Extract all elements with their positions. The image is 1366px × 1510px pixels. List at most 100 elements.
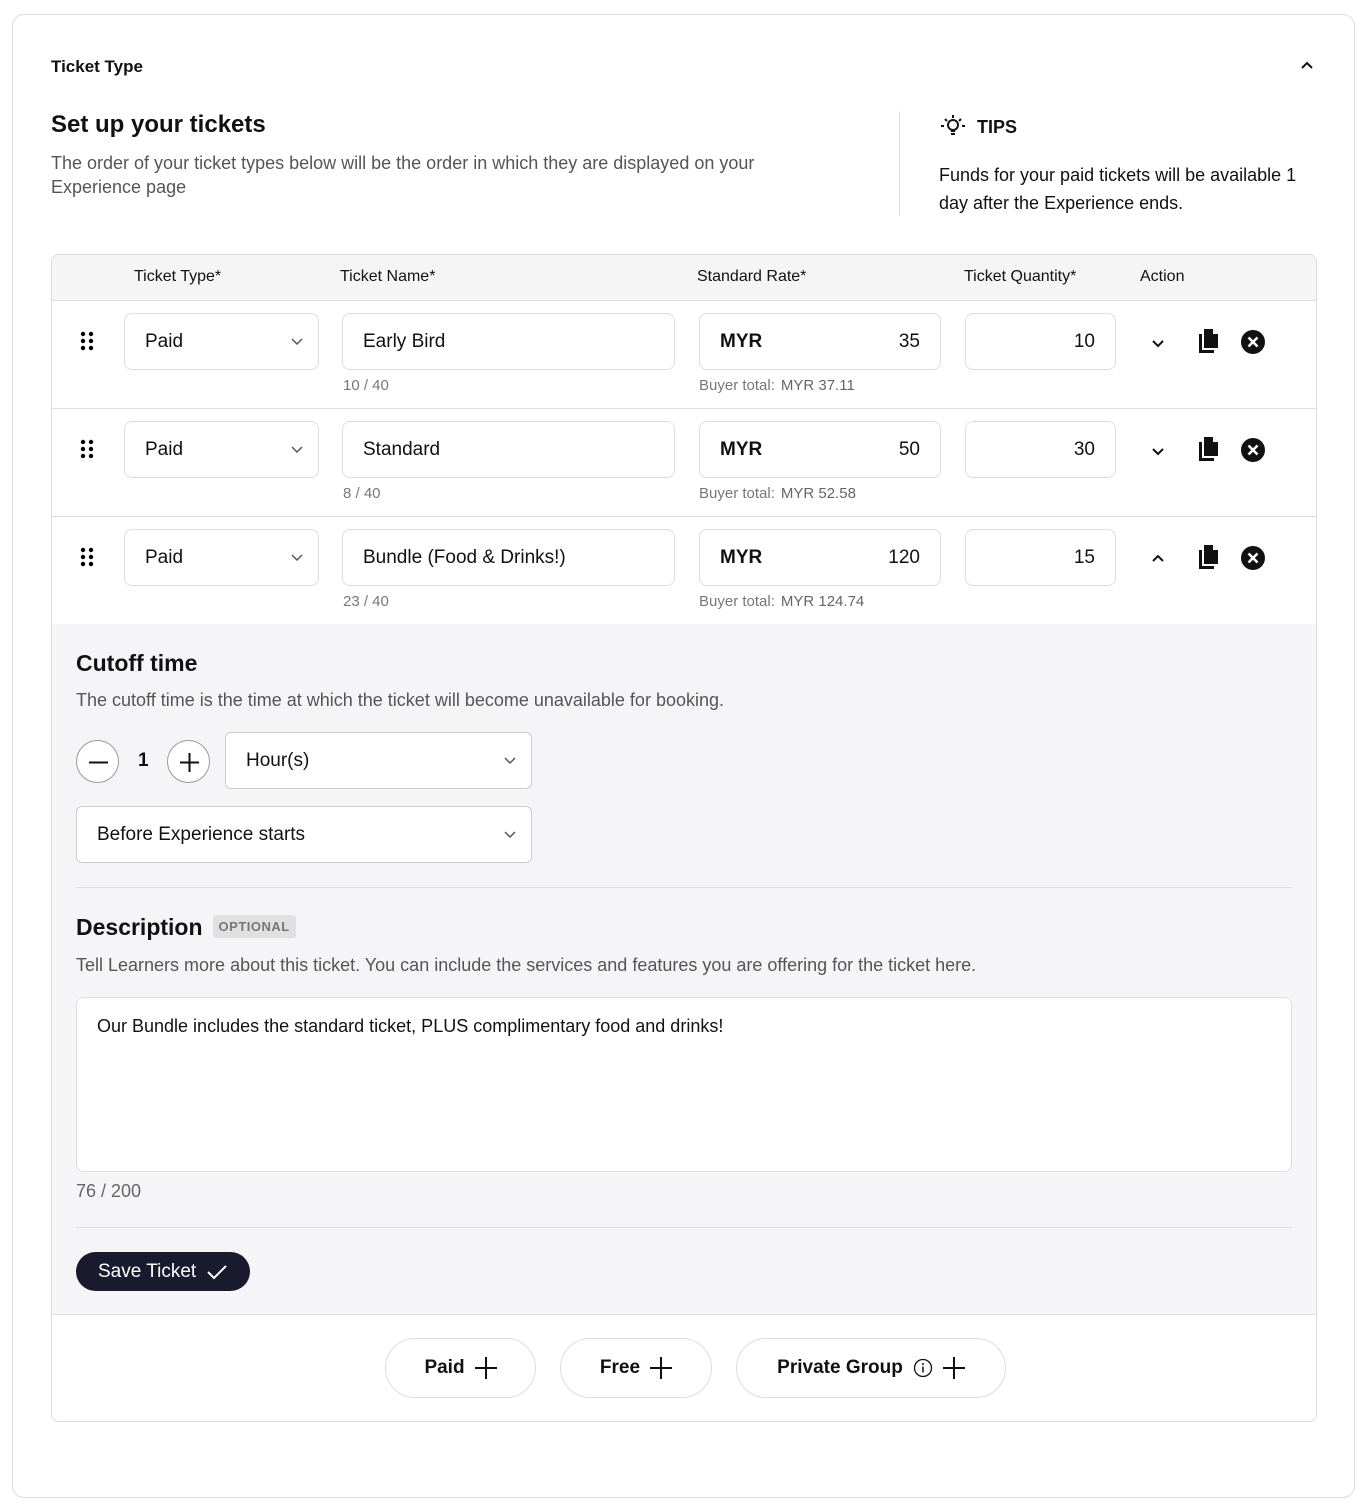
ticket-quantity-input[interactable]: 10 bbox=[965, 313, 1116, 370]
remove-icon[interactable] bbox=[1241, 546, 1265, 570]
chevron-down-icon bbox=[291, 338, 303, 346]
decrement-button[interactable] bbox=[76, 740, 119, 783]
description-help: Tell Learners more about this ticket. Yo… bbox=[76, 955, 977, 975]
table-header: Ticket Type* Ticket Name* Standard Rate*… bbox=[52, 255, 1316, 301]
standard-rate-input[interactable]: MYR 35 bbox=[699, 313, 941, 370]
add-ticket-footer: Paid Free Private Group bbox=[52, 1315, 1316, 1421]
divider bbox=[76, 887, 1292, 888]
buyer-total-value: MYR 37.11 bbox=[780, 377, 855, 394]
cutoff-relative-select[interactable]: Before Experience starts bbox=[76, 806, 532, 863]
optional-badge: OPTIONAL bbox=[212, 915, 296, 938]
ticket-type-value: Paid bbox=[145, 330, 184, 352]
standard-rate-input[interactable]: MYR 50 bbox=[699, 421, 941, 478]
plus-icon bbox=[474, 1357, 497, 1379]
buyer-total: Buyer total: MYR 124.74 bbox=[699, 593, 864, 610]
buyer-total: Buyer total: MYR 37.11 bbox=[699, 377, 855, 394]
chevron-down-icon bbox=[504, 831, 516, 839]
add-private-group-button[interactable]: Private Group bbox=[736, 1338, 1006, 1398]
add-free-label: Free bbox=[599, 1357, 641, 1378]
cutoff-unit-select[interactable]: Hour(s) bbox=[225, 732, 532, 789]
drag-handle-icon[interactable] bbox=[80, 331, 94, 351]
tips-label: TIPS bbox=[977, 116, 1018, 137]
buyer-total-label: Buyer total: bbox=[699, 593, 775, 610]
plus-icon bbox=[942, 1357, 965, 1379]
save-ticket-button[interactable]: Save Ticket bbox=[76, 1252, 251, 1291]
chevron-down-icon[interactable] bbox=[1150, 443, 1166, 459]
rate-value: 35 bbox=[898, 330, 920, 352]
currency-label: MYR bbox=[720, 546, 763, 568]
chevron-down-icon bbox=[504, 757, 516, 765]
ticket-table: Ticket Type* Ticket Name* Standard Rate*… bbox=[51, 254, 1317, 1422]
ticket-type-select[interactable]: Paid bbox=[124, 313, 319, 370]
save-ticket-label: Save Ticket bbox=[98, 1260, 197, 1282]
divider bbox=[899, 111, 900, 216]
chevron-down-icon bbox=[291, 446, 303, 454]
buyer-total-label: Buyer total: bbox=[699, 377, 775, 394]
header-action: Action bbox=[1140, 268, 1185, 285]
table-row: Paid Standard 8 / 40 MYR 50 Buyer total: M… bbox=[52, 409, 1316, 517]
duplicate-icon[interactable] bbox=[1197, 545, 1219, 569]
header-ticket-type: Ticket Type* bbox=[134, 268, 222, 285]
cutoff-description: The cutoff time is the time at which the… bbox=[76, 690, 724, 710]
buyer-total-label: Buyer total: bbox=[699, 485, 775, 502]
ticket-type-value: Paid bbox=[145, 546, 184, 568]
ticket-name-input[interactable]: Early Bird bbox=[342, 313, 675, 370]
cutoff-unit-value: Hour(s) bbox=[246, 749, 310, 771]
table-row: Paid Early Bird 10 / 40 MYR 35 Buyer tota… bbox=[52, 301, 1316, 409]
section-title: Ticket Type bbox=[51, 57, 143, 76]
description-count: 76 / 200 bbox=[76, 1181, 142, 1201]
ticket-details-panel: Cutoff time The cutoff time is the time … bbox=[52, 624, 1316, 1315]
standard-rate-input[interactable]: MYR 120 bbox=[699, 529, 941, 586]
increment-button[interactable] bbox=[167, 740, 210, 783]
ticket-name-input[interactable]: Bundle (Food & Drinks!) bbox=[342, 529, 675, 586]
currency-label: MYR bbox=[720, 330, 763, 352]
buyer-total-value: MYR 52.58 bbox=[780, 485, 856, 502]
rate-value: 120 bbox=[888, 546, 920, 568]
chevron-up-icon[interactable] bbox=[1150, 551, 1166, 567]
ticket-type-select[interactable]: Paid bbox=[124, 529, 319, 586]
ticket-name-input[interactable]: Standard bbox=[342, 421, 675, 478]
chevron-up-icon[interactable] bbox=[1297, 55, 1317, 75]
ticket-type-card: Ticket Type Set up your tickets The orde… bbox=[12, 14, 1355, 1498]
cutoff-relative-value: Before Experience starts bbox=[97, 823, 306, 845]
info-icon[interactable] bbox=[913, 1358, 933, 1378]
divider bbox=[76, 1227, 1292, 1228]
remove-icon[interactable] bbox=[1241, 330, 1265, 354]
add-private-group-label: Private Group bbox=[777, 1357, 903, 1378]
ticket-name-count: 23 / 40 bbox=[343, 593, 389, 610]
description-textarea[interactable]: Our Bundle includes the standard ticket,… bbox=[76, 997, 1292, 1172]
add-free-button[interactable]: Free bbox=[560, 1338, 712, 1398]
ticket-quantity-input[interactable]: 15 bbox=[965, 529, 1116, 586]
tips-header: TIPS bbox=[939, 113, 1017, 141]
page-title: Set up your tickets bbox=[51, 111, 266, 138]
add-paid-label: Paid bbox=[424, 1357, 465, 1378]
header-standard-rate: Standard Rate* bbox=[697, 268, 807, 285]
ticket-type-value: Paid bbox=[145, 438, 184, 460]
table-row: Paid Bundle (Food & Drinks!) 23 / 40 MYR… bbox=[52, 517, 1316, 624]
ticket-name-count: 10 / 40 bbox=[343, 377, 389, 394]
description-title-text: Description bbox=[76, 914, 203, 940]
duplicate-icon[interactable] bbox=[1197, 329, 1219, 353]
buyer-total: Buyer total: MYR 52.58 bbox=[699, 485, 856, 502]
add-paid-button[interactable]: Paid bbox=[385, 1338, 536, 1398]
rate-value: 50 bbox=[898, 438, 920, 460]
header-ticket-quantity: Ticket Quantity* bbox=[964, 268, 1077, 285]
tips-text: Funds for your paid tickets will be avai… bbox=[939, 165, 1297, 213]
checkmark-icon bbox=[207, 1264, 227, 1279]
ticket-type-select[interactable]: Paid bbox=[124, 421, 319, 478]
ticket-quantity-input[interactable]: 30 bbox=[965, 421, 1116, 478]
chevron-down-icon bbox=[291, 554, 303, 562]
cutoff-value[interactable]: 1 bbox=[138, 750, 149, 772]
header-ticket-name: Ticket Name* bbox=[340, 268, 436, 285]
remove-icon[interactable] bbox=[1241, 438, 1265, 462]
drag-handle-icon[interactable] bbox=[80, 547, 94, 567]
ticket-name-count: 8 / 40 bbox=[343, 485, 381, 502]
chevron-down-icon[interactable] bbox=[1150, 335, 1166, 351]
page-description: The order of your ticket types below wil… bbox=[51, 153, 755, 197]
drag-handle-icon[interactable] bbox=[80, 439, 94, 459]
description-title: Description OPTIONAL bbox=[76, 914, 296, 941]
currency-label: MYR bbox=[720, 438, 763, 460]
buyer-total-value: MYR 124.74 bbox=[780, 593, 865, 610]
duplicate-icon[interactable] bbox=[1197, 437, 1219, 461]
cutoff-title: Cutoff time bbox=[76, 650, 198, 676]
